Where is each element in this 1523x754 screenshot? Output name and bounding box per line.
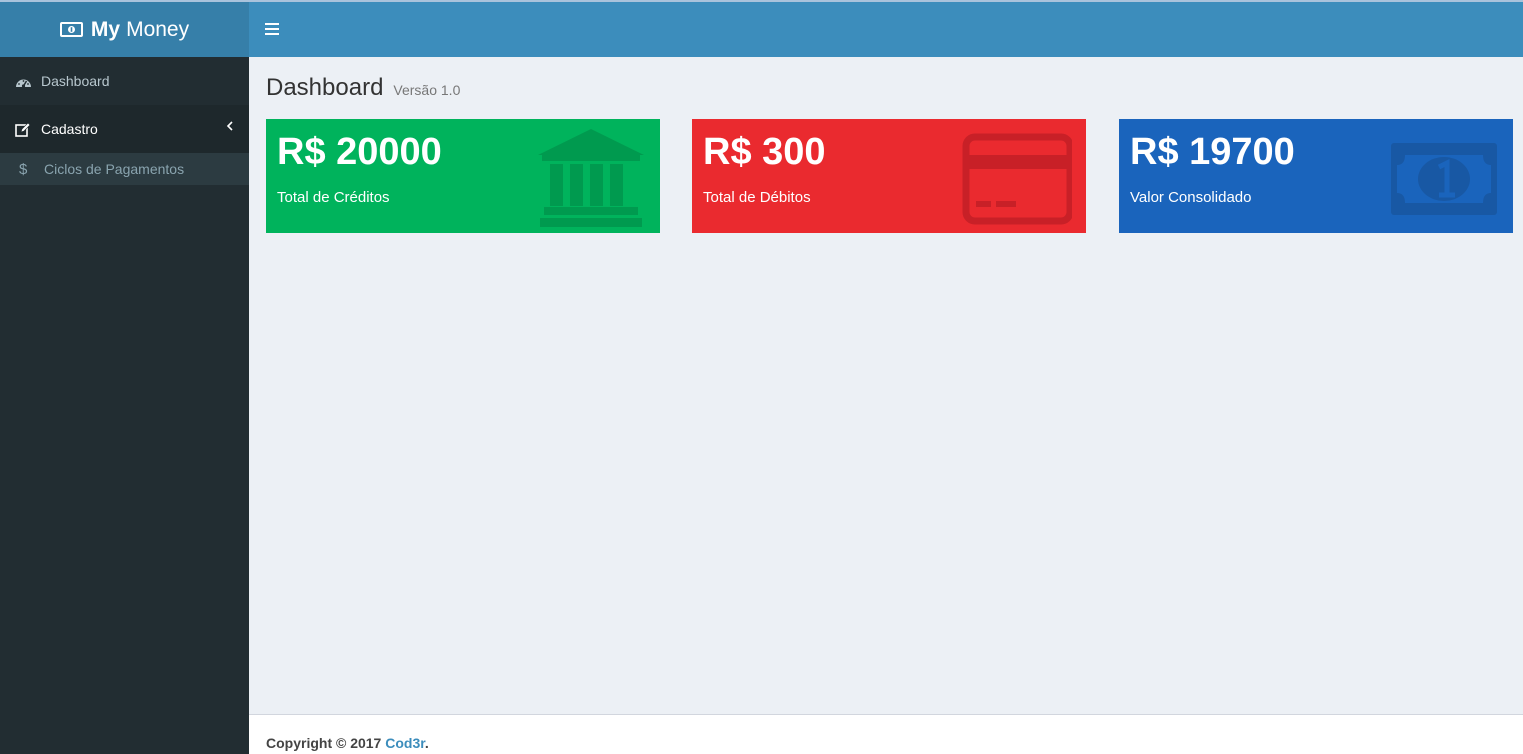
credits-box: R$ 20000 Total de Créditos bbox=[266, 119, 660, 233]
hamburger-icon bbox=[265, 23, 279, 35]
main-header: My Money bbox=[0, 0, 1523, 57]
cod3r-link[interactable]: Cod3r bbox=[385, 735, 425, 751]
dashboard-icon bbox=[15, 73, 33, 89]
copyright-text: Copyright © 2017 bbox=[266, 735, 386, 751]
sidebar-toggle-button[interactable] bbox=[259, 16, 285, 42]
app-title-rest: Money bbox=[126, 17, 190, 41]
credits-label: Total de Créditos bbox=[277, 189, 390, 206]
consolidated-box: R$ 19700 Valor Consolidado bbox=[1119, 119, 1513, 233]
sidebar: Dashboard Cadastro $ Ciclos de Pagamento… bbox=[0, 57, 249, 754]
chevron-left-icon bbox=[226, 121, 233, 131]
money-logo-icon bbox=[59, 22, 83, 37]
money-icon bbox=[1391, 143, 1497, 215]
content-header: Dashboard Versão 1.0 bbox=[266, 74, 460, 102]
consolidated-value: R$ 19700 bbox=[1130, 131, 1295, 173]
debits-box: R$ 300 Total de Débitos bbox=[692, 119, 1086, 233]
sidebar-item-cadastro[interactable]: Cadastro bbox=[0, 105, 249, 153]
bank-icon bbox=[538, 129, 644, 227]
top-navbar bbox=[249, 2, 1523, 57]
page-subtitle: Versão 1.0 bbox=[393, 82, 461, 98]
app-title-bold: My bbox=[90, 17, 121, 41]
credit-card-icon bbox=[962, 133, 1072, 225]
page-title: Dashboard bbox=[266, 74, 384, 101]
dollar-icon: $ bbox=[19, 160, 28, 178]
sidebar-item-label: Dashboard bbox=[41, 73, 110, 89]
credits-value: R$ 20000 bbox=[277, 131, 442, 173]
main-footer: Copyright © 2017 Cod3r. bbox=[249, 714, 1523, 754]
sidebar-item-label: Cadastro bbox=[41, 121, 98, 137]
debits-value: R$ 300 bbox=[703, 131, 826, 173]
debits-label: Total de Débitos bbox=[703, 189, 811, 206]
sidebar-subitem-label: Ciclos de Pagamentos bbox=[44, 161, 185, 177]
sidebar-item-dashboard[interactable]: Dashboard bbox=[0, 57, 249, 105]
app-logo[interactable]: My Money bbox=[0, 2, 249, 57]
consolidated-label: Valor Consolidado bbox=[1130, 189, 1252, 206]
sidebar-subitem-ciclos[interactable]: $ Ciclos de Pagamentos bbox=[0, 153, 249, 185]
copyright-suffix: . bbox=[424, 735, 429, 751]
edit-icon bbox=[15, 121, 33, 137]
